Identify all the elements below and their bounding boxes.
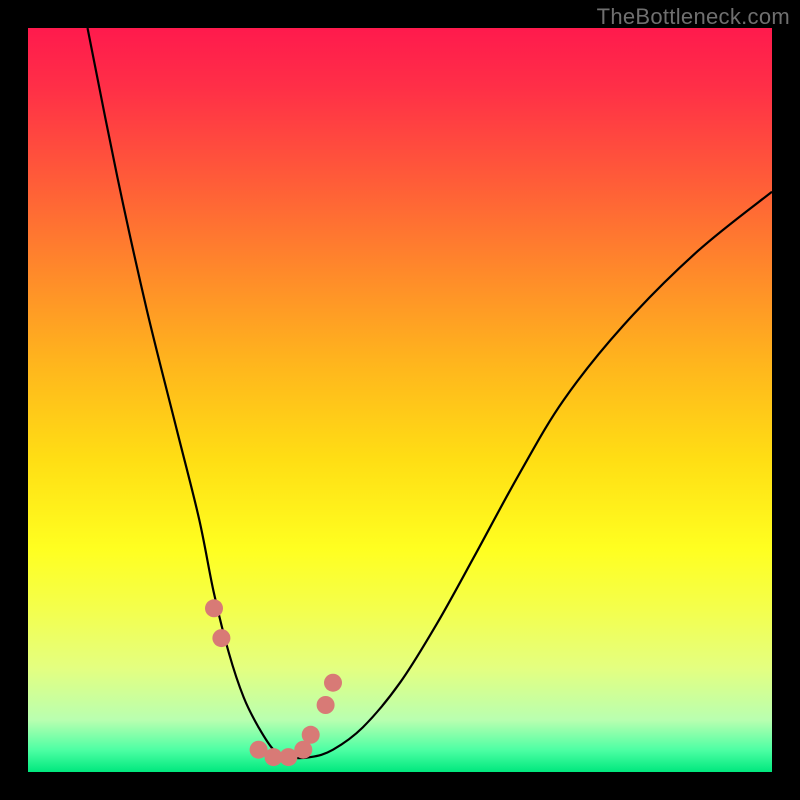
marker-point <box>324 674 342 692</box>
marker-point <box>279 748 297 766</box>
highlight-markers <box>205 599 342 766</box>
bottleneck-curve <box>88 28 772 758</box>
marker-point <box>317 696 335 714</box>
chart-svg <box>28 28 772 772</box>
marker-point <box>302 726 320 744</box>
marker-point <box>205 599 223 617</box>
marker-point <box>212 629 230 647</box>
marker-point <box>265 748 283 766</box>
marker-point <box>294 741 312 759</box>
chart-plot-area <box>28 28 772 772</box>
watermark-label: TheBottleneck.com <box>597 4 790 30</box>
chart-frame: TheBottleneck.com <box>0 0 800 800</box>
marker-point <box>250 741 268 759</box>
